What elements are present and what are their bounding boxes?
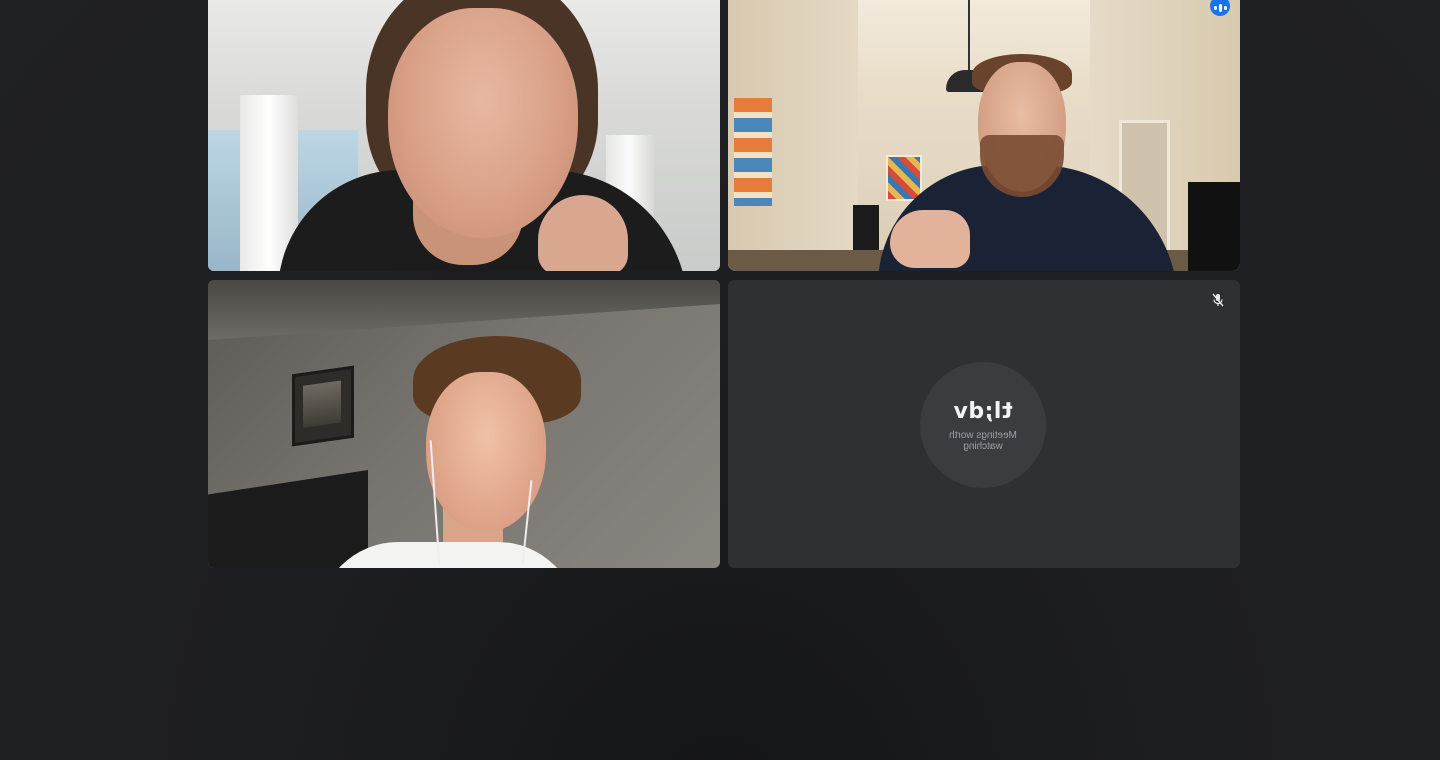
avatar-logo-text: tl;dv (953, 398, 1013, 424)
picture-frame (292, 365, 354, 447)
avatar-tagline: Meetings worth watching (949, 429, 1017, 452)
mic-off-icon (1212, 293, 1224, 307)
television (1188, 182, 1240, 271)
participant-tile-3[interactable] (208, 280, 720, 568)
keyboard-instrument (853, 205, 879, 255)
participant-tile-4[interactable]: tl;dv Meetings worth watching (728, 280, 1240, 568)
participant-tile-1[interactable] (208, 0, 720, 271)
participant-avatar: tl;dv Meetings worth watching (920, 362, 1046, 488)
lamp-cord (968, 0, 970, 72)
wall-poster (886, 155, 922, 201)
meeting-grid: tl;dv Meetings worth watching (0, 0, 1440, 760)
wall-poster (734, 98, 772, 206)
participant-hand (890, 210, 970, 268)
participant-tile-2[interactable] (728, 0, 1240, 271)
participant-face (388, 8, 578, 238)
